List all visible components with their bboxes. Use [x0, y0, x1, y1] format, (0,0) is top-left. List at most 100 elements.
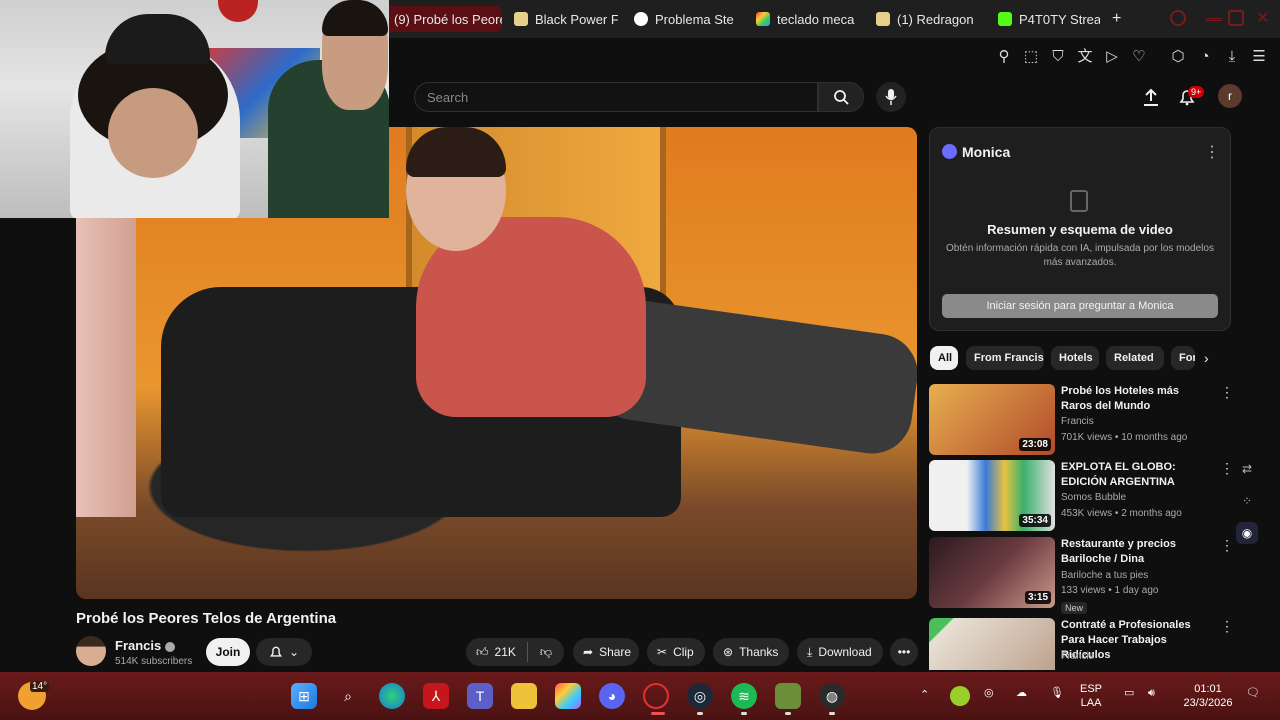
- pin-icon[interactable]: ⚲: [995, 48, 1013, 66]
- channel-avatar[interactable]: [76, 636, 106, 666]
- chip-hotels[interactable]: Hotels: [1051, 346, 1099, 370]
- recommendation-title[interactable]: Probé los Hoteles más Raros del Mundo: [1061, 384, 1211, 414]
- tab-problema[interactable]: Problema Ste: [634, 6, 738, 32]
- search-button[interactable]: [818, 82, 864, 112]
- recommendation-meta: 133 views • 1 day ago: [1061, 585, 1159, 596]
- play-icon[interactable]: ▷: [1103, 48, 1121, 66]
- new-tab-label: +: [1112, 10, 1122, 27]
- tab-label: P4T0TY Strea: [1019, 11, 1100, 27]
- discord-icon[interactable]: ◕: [599, 683, 625, 709]
- monica-login-button[interactable]: Iniciar sesión para preguntar a Monica: [942, 294, 1218, 318]
- tray-steam-icon[interactable]: ◎: [984, 686, 994, 700]
- more-vertical-icon[interactable]: ⋮: [1220, 384, 1234, 401]
- new-tab-button[interactable]: +: [1112, 6, 1128, 32]
- join-button[interactable]: Join: [206, 638, 250, 666]
- more-vertical-icon[interactable]: ⋮: [1220, 537, 1234, 554]
- recommendation-channel[interactable]: Francis: [1061, 416, 1094, 427]
- chip-from-francis[interactable]: From Francis: [966, 346, 1044, 370]
- chip-for-you[interactable]: For: [1171, 346, 1195, 370]
- download-icon[interactable]: ⤓: [1223, 48, 1241, 66]
- opera-icon[interactable]: [643, 683, 669, 709]
- edge-icon[interactable]: [379, 683, 405, 709]
- copilot-icon[interactable]: [555, 683, 581, 709]
- recommendation-item[interactable]: Contraté a Profesionales Para Hacer Trab…: [929, 618, 1239, 670]
- menu-icon[interactable]: ☰: [1250, 48, 1268, 66]
- teams-icon[interactable]: T: [467, 683, 493, 709]
- clip-button[interactable]: ✂ Clip: [647, 638, 705, 666]
- chevron-right-icon[interactable]: ›: [1204, 350, 1209, 366]
- more-actions-button[interactable]: •••: [890, 638, 918, 666]
- search-taskbar-icon[interactable]: ⌕: [335, 683, 361, 709]
- tab-teclado[interactable]: teclado meca: [756, 6, 860, 32]
- dislike-button[interactable]: 👎︎: [528, 638, 564, 666]
- minecraft-icon[interactable]: [775, 683, 801, 709]
- search-placeholder: Search: [427, 89, 469, 105]
- subscription-bell-button[interactable]: ⌄: [256, 638, 312, 666]
- share-button[interactable]: ➦ Share: [573, 638, 639, 666]
- video-thumbnail[interactable]: 23:08: [929, 384, 1055, 455]
- spotify-icon[interactable]: ≋: [731, 683, 757, 709]
- tray-app-icon[interactable]: [950, 686, 970, 706]
- pdf-icon[interactable]: ⅄: [423, 683, 449, 709]
- video-thumbnail[interactable]: 3:15: [929, 537, 1055, 608]
- apps-float-icon[interactable]: ⁘: [1236, 490, 1258, 512]
- heart-icon[interactable]: ♡: [1130, 48, 1148, 66]
- recommendation-channel[interactable]: Somos Bubble: [1061, 492, 1126, 503]
- volume-icon[interactable]: 🔊︎: [1148, 686, 1155, 700]
- download-button[interactable]: ⤓ Download: [797, 638, 883, 666]
- wifi-icon[interactable]: ▭: [1124, 686, 1134, 700]
- chip-related[interactable]: Related: [1106, 346, 1164, 370]
- shield-icon[interactable]: ⛉: [1049, 48, 1067, 66]
- close-window-button[interactable]: ✕: [1256, 8, 1272, 27]
- microphone-icon[interactable]: 🎙︎: [1050, 686, 1064, 700]
- screenshot-icon[interactable]: ⬚: [1022, 48, 1040, 66]
- webcam-hair-right: [322, 0, 388, 36]
- file-explorer-icon[interactable]: [511, 683, 537, 709]
- recommendation-item[interactable]: 35:34 EXPLOTA EL GLOBO: EDICIÓN ARGENTIN…: [929, 460, 1239, 532]
- recommendation-channel[interactable]: Bariloche a tus pies: [1061, 570, 1148, 581]
- monica-float-icon[interactable]: ◉: [1236, 522, 1258, 544]
- chip-all[interactable]: All: [930, 346, 958, 370]
- upload-button[interactable]: [1140, 86, 1162, 108]
- language-indicator[interactable]: ESP LAA: [1080, 682, 1102, 710]
- clock[interactable]: 01:01 23/3/2026: [1178, 682, 1238, 710]
- monica-description: Obtén información rápida con IA, impulsa…: [946, 243, 1214, 268]
- start-button[interactable]: ⊞: [291, 683, 317, 709]
- more-vertical-icon[interactable]: ⋮: [1204, 142, 1220, 162]
- channel-name[interactable]: Francis: [115, 638, 176, 653]
- translate-icon[interactable]: 文: [1076, 48, 1094, 66]
- voice-search-button[interactable]: [876, 82, 906, 112]
- app-indicator: [697, 712, 703, 715]
- tray-network-icon[interactable]: ☁: [1016, 686, 1027, 700]
- steam-icon[interactable]: ◎: [687, 683, 713, 709]
- video-thumbnail[interactable]: [929, 618, 1055, 670]
- chevron-up-icon[interactable]: ⌃: [920, 688, 929, 702]
- extensions-icon[interactable]: ⬡: [1169, 48, 1187, 66]
- recommendation-channel[interactable]: Francis: [1061, 651, 1094, 662]
- tab-redragon[interactable]: (1) Redragon: [876, 6, 982, 32]
- more-vertical-icon[interactable]: ⋮: [1220, 460, 1234, 477]
- recommendation-item[interactable]: 23:08 Probé los Hoteles más Raros del Mu…: [929, 384, 1239, 456]
- like-button[interactable]: 👍︎ 21K: [466, 638, 528, 666]
- account-avatar[interactable]: r: [1218, 84, 1242, 108]
- thanks-button[interactable]: ⊛ Thanks: [713, 638, 789, 666]
- obs-icon[interactable]: ◍: [819, 683, 845, 709]
- search-tabs-icon[interactable]: [1170, 10, 1186, 26]
- clock-time: 01:01: [1194, 683, 1222, 695]
- recommendation-item[interactable]: 3:15 Restaurante y precios Bariloche / D…: [929, 537, 1239, 614]
- video-thumbnail[interactable]: 35:34: [929, 460, 1055, 531]
- notification-center-icon[interactable]: 🗨︎: [1246, 686, 1260, 700]
- search-input[interactable]: Search: [414, 82, 818, 112]
- recommendation-title[interactable]: Restaurante y precios Bariloche / Dina: [1061, 537, 1211, 567]
- maximize-button[interactable]: [1228, 10, 1244, 26]
- recommendation-title[interactable]: EXPLOTA EL GLOBO: EDICIÓN ARGENTINA: [1061, 460, 1211, 490]
- more-vertical-icon[interactable]: ⋮: [1220, 618, 1234, 635]
- minimize-button[interactable]: [1206, 18, 1222, 21]
- tab-black-power[interactable]: Black Power F: [514, 6, 618, 32]
- clock-date: 23/3/2026: [1183, 697, 1233, 709]
- monica-title: Monica: [962, 144, 1011, 160]
- translate-float-icon[interactable]: ⇄: [1236, 458, 1258, 480]
- tab-kick[interactable]: P4T0TY Strea: [998, 6, 1100, 32]
- profile-icon[interactable]: ◔: [1196, 48, 1214, 66]
- tab-youtube[interactable]: (9) Probé los Peore: [384, 6, 502, 32]
